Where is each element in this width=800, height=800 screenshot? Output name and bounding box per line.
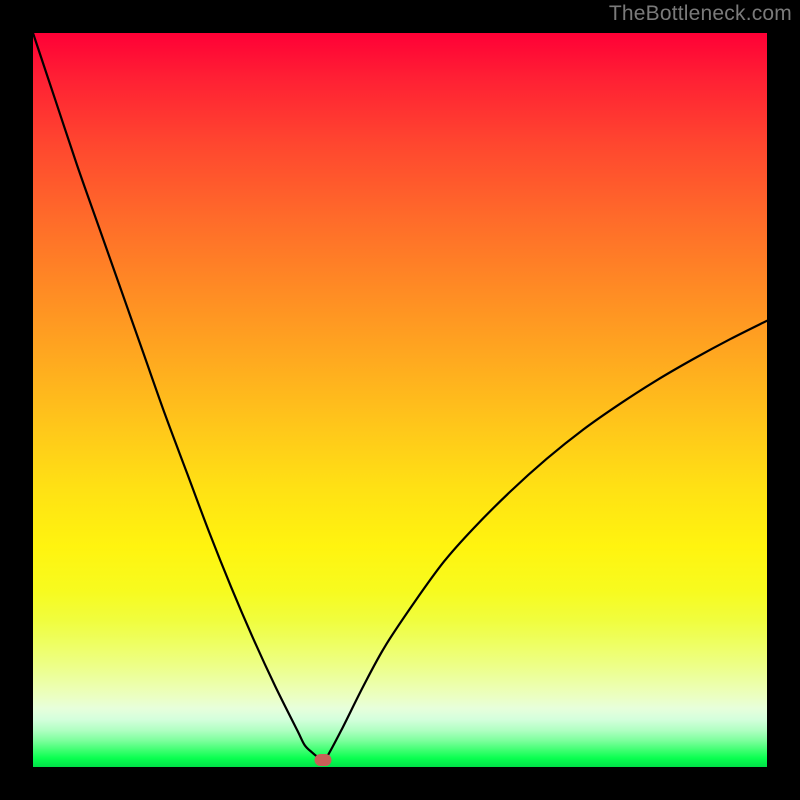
optimal-point-marker <box>314 754 331 766</box>
chart-container: TheBottleneck.com <box>0 0 800 800</box>
plot-area <box>33 33 767 767</box>
watermark-text: TheBottleneck.com <box>609 2 792 26</box>
bottleneck-curve <box>33 33 767 767</box>
